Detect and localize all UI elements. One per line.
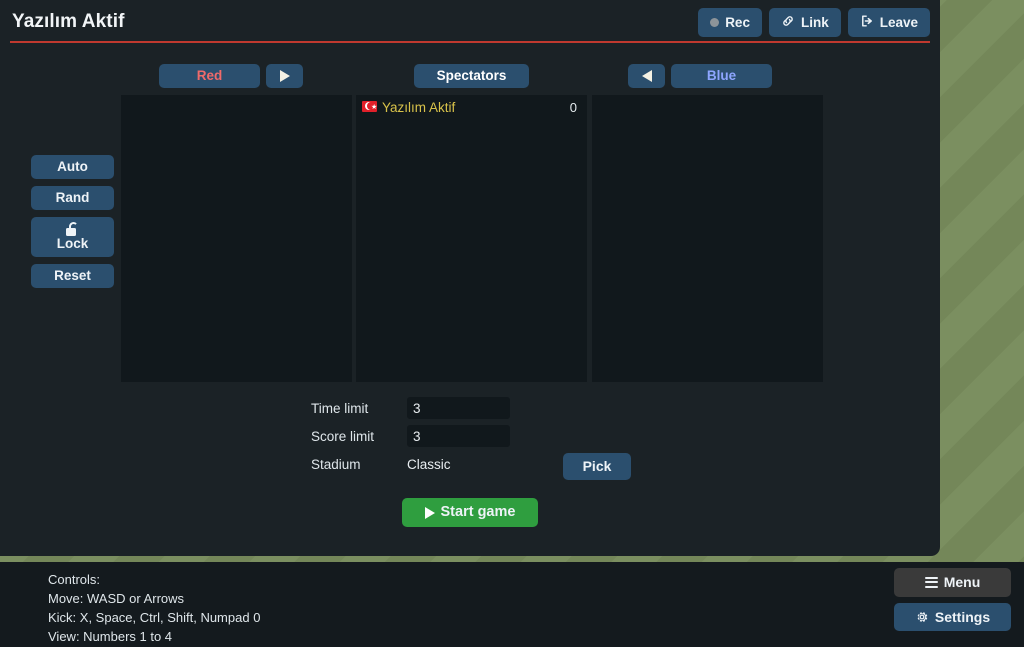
time-limit-input[interactable] bbox=[407, 397, 510, 419]
side-control-group: Auto Rand Lock Reset bbox=[31, 155, 114, 288]
menu-button-label: Menu bbox=[943, 574, 981, 590]
sign-out-icon bbox=[860, 14, 874, 31]
lock-button-label: Lock bbox=[56, 236, 89, 252]
match-settings: Time limit Score limit Stadium Classic P… bbox=[311, 397, 631, 481]
start-game-button[interactable]: Start game bbox=[402, 498, 538, 528]
bottom-button-group: Menu Settings bbox=[894, 568, 1011, 632]
arrow-left-icon bbox=[641, 70, 652, 83]
player-list-red[interactable] bbox=[121, 95, 352, 382]
reset-button[interactable]: Reset bbox=[31, 263, 114, 288]
team-button-blue[interactable]: Blue bbox=[671, 64, 772, 89]
rand-button[interactable]: Rand bbox=[31, 186, 114, 211]
leave-button-label: Leave bbox=[879, 14, 918, 30]
arrow-right-icon bbox=[279, 70, 290, 83]
score-limit-input[interactable] bbox=[407, 425, 510, 447]
stadium-label: Stadium bbox=[311, 456, 361, 472]
team-button-red-label: Red bbox=[196, 68, 223, 83]
team-button-spectators-label: Spectators bbox=[436, 68, 507, 83]
spectators-controls: Spectators bbox=[414, 64, 529, 89]
start-game-label: Start game bbox=[440, 504, 516, 520]
gear-icon bbox=[915, 610, 929, 624]
record-dot-icon bbox=[710, 18, 720, 28]
move-to-blue-button[interactable] bbox=[628, 64, 665, 89]
pick-stadium-button[interactable]: Pick bbox=[563, 453, 631, 480]
reset-button-label: Reset bbox=[54, 267, 91, 283]
hamburger-icon bbox=[924, 576, 938, 588]
settings-button[interactable]: Settings bbox=[894, 602, 1011, 632]
player-list-spectators[interactable]: ★ Yazılım Aktif 0 bbox=[356, 95, 587, 382]
team-button-blue-label: Blue bbox=[706, 68, 737, 83]
menu-button[interactable]: Menu bbox=[894, 568, 1011, 597]
pick-button-label: Pick bbox=[582, 458, 612, 474]
time-limit-label: Time limit bbox=[311, 400, 369, 416]
header-button-group: Rec Link Leave bbox=[698, 8, 930, 38]
move-to-red-button[interactable] bbox=[266, 64, 303, 89]
settings-button-label: Settings bbox=[934, 608, 991, 625]
link-button-label: Link bbox=[800, 14, 829, 30]
red-team-controls: Red bbox=[159, 64, 303, 89]
team-selection-bar: Red Spectators Blue bbox=[0, 64, 940, 91]
leave-button[interactable]: Leave bbox=[847, 8, 930, 38]
time-limit-row: Time limit bbox=[311, 397, 510, 419]
player-ping: 0 bbox=[569, 99, 577, 115]
record-button-label: Rec bbox=[725, 14, 750, 30]
stadium-row: Stadium Classic bbox=[311, 453, 510, 475]
score-limit-row: Score limit bbox=[311, 425, 510, 447]
play-triangle-icon bbox=[424, 506, 435, 519]
room-header: Yazılım Aktif Rec Link Leave bbox=[0, 0, 940, 40]
player-name: Yazılım Aktif bbox=[382, 99, 456, 115]
blue-team-controls: Blue bbox=[628, 64, 772, 89]
team-button-spectators[interactable]: Spectators bbox=[414, 64, 529, 89]
bottom-bar: Controls: Move: WASD or Arrows Kick: X, … bbox=[0, 562, 1024, 647]
list-item[interactable]: ★ Yazılım Aktif 0 bbox=[356, 95, 587, 119]
room-panel: Yazılım Aktif Rec Link Leave Red Spectat… bbox=[0, 0, 940, 556]
unlocked-padlock-icon bbox=[66, 222, 79, 237]
record-button[interactable]: Rec bbox=[698, 8, 762, 38]
auto-button-label: Auto bbox=[57, 159, 88, 174]
flag-icon: ★ bbox=[362, 100, 377, 114]
link-icon bbox=[781, 14, 795, 31]
rand-button-label: Rand bbox=[55, 190, 90, 206]
page-title: Yazılım Aktif bbox=[12, 11, 125, 32]
auto-button[interactable]: Auto bbox=[31, 155, 114, 180]
controls-help-text: Controls: Move: WASD or Arrows Kick: X, … bbox=[48, 572, 261, 644]
link-button[interactable]: Link bbox=[768, 8, 841, 38]
score-limit-label: Score limit bbox=[311, 428, 375, 444]
lock-button[interactable]: Lock bbox=[31, 217, 114, 257]
title-divider bbox=[10, 41, 930, 43]
team-button-red[interactable]: Red bbox=[159, 64, 260, 89]
player-list-blue[interactable] bbox=[592, 95, 823, 382]
stadium-value: Classic bbox=[407, 456, 451, 472]
